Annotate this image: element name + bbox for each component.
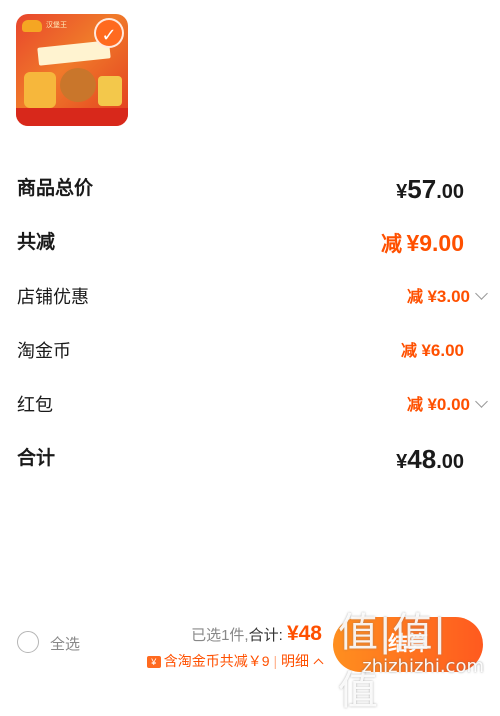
- product-thumbnail[interactable]: 汉堡王 ✓: [16, 14, 128, 126]
- goods-total-label: 商品总价: [17, 178, 94, 199]
- total-value: ¥48: [286, 622, 322, 645]
- coin-discount-text: 含淘金币共减￥9: [163, 653, 270, 669]
- chevron-down-icon[interactable]: [475, 287, 488, 300]
- goods-total-row: 商品总价 ¥57.00: [17, 176, 500, 216]
- grand-total-row: 合计 ¥48.00: [17, 446, 500, 486]
- separator: |: [273, 653, 278, 669]
- red-packet-label: 红包: [17, 395, 53, 415]
- taojinbi-label: 淘金币: [17, 341, 71, 361]
- chevron-down-icon[interactable]: [475, 395, 488, 408]
- coin-discount-detail[interactable]: ¥ 含淘金币共减￥9 | 明细: [146, 651, 324, 671]
- bottom-bar: 全选 已选1件,合计: ¥48 ¥ 含淘金币共减￥9 | 明细 结算: [0, 606, 500, 679]
- detail-label[interactable]: 明细: [281, 653, 309, 669]
- check-icon[interactable]: ✓: [94, 18, 124, 48]
- selection-summary: 已选1件,合计: ¥48: [191, 622, 322, 646]
- shop-discount-label: 店铺优惠: [17, 287, 89, 307]
- select-all-radio[interactable]: [17, 631, 39, 653]
- shop-discount-value: 减 ¥3.00: [406, 287, 470, 306]
- total-label: 合计:: [248, 627, 283, 644]
- food-image: [24, 72, 56, 108]
- select-all-label[interactable]: 全选: [50, 633, 80, 654]
- food-image: [60, 68, 96, 102]
- chevron-up-icon[interactable]: [313, 658, 324, 669]
- shop-discount-row[interactable]: 店铺优惠 减 ¥3.00: [17, 284, 500, 324]
- brand-logo-icon: [22, 20, 42, 32]
- brand-label: 汉堡王: [46, 22, 67, 29]
- food-image: [98, 76, 122, 106]
- promo-strip: [16, 108, 128, 126]
- total-discount-value: 减 ¥9.00: [380, 230, 464, 256]
- red-packet-row[interactable]: 红包 减 ¥0.00: [17, 392, 500, 432]
- grand-total-label: 合计: [17, 448, 56, 469]
- taojinbi-value: 减 ¥6.00: [400, 341, 464, 360]
- goods-total-value: ¥57.00: [396, 174, 464, 204]
- taojinbi-row: 淘金币 减 ¥6.00: [17, 338, 500, 378]
- checkout-button[interactable]: 结算: [333, 617, 483, 672]
- coin-icon: ¥: [146, 656, 161, 668]
- red-packet-value: 减 ¥0.00: [406, 395, 470, 414]
- total-discount-row: 共减 减 ¥9.00: [17, 230, 500, 270]
- grand-total-value: ¥48.00: [396, 444, 464, 474]
- selected-count: 已选1件,: [191, 627, 249, 644]
- total-discount-label: 共减: [17, 232, 56, 253]
